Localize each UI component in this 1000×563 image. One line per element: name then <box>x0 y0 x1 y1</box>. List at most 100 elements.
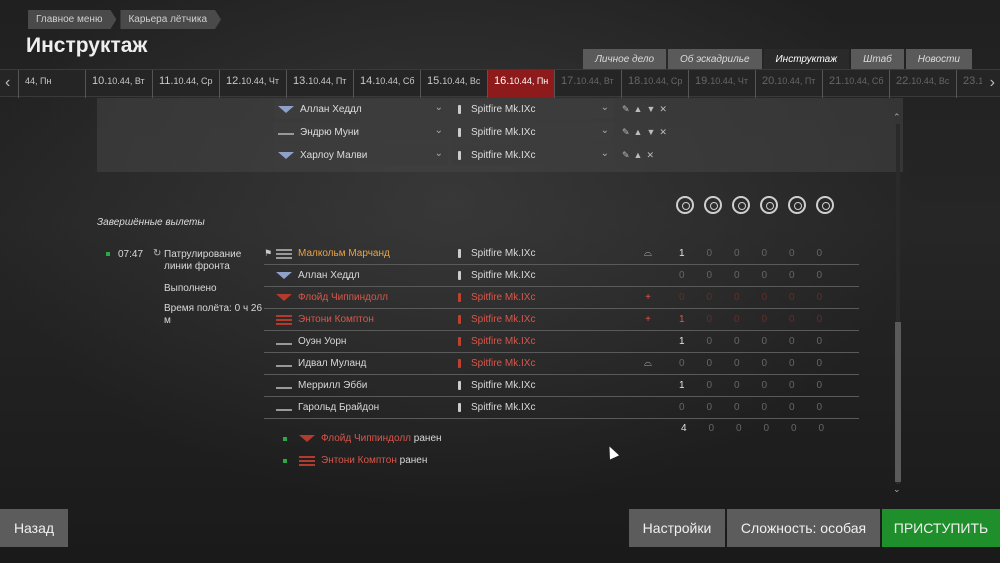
rank-icon <box>276 383 292 389</box>
row-controls[interactable]: ✎▲✕ <box>622 150 658 161</box>
plane-icon <box>458 337 461 346</box>
stat-value: 0 <box>733 248 740 259</box>
plane-cell: Spitfire Mk.IXc <box>458 292 628 303</box>
wounded-pilot-name[interactable]: Флойд Чиппиндолл <box>321 433 411 444</box>
date-cell[interactable]: 10.10.44, Вт <box>85 70 152 98</box>
date-day: 19. <box>695 75 711 87</box>
date-cell[interactable]: 12.10.44, Чт <box>219 70 286 98</box>
scrollbar[interactable]: ⌃ ⌄ <box>893 112 902 495</box>
date-cell[interactable]: 16.10.44, Пн <box>487 70 554 98</box>
date-cell[interactable]: 19.10.44, Чт <box>688 70 755 98</box>
breadcrumb-main-menu[interactable]: Главное меню <box>28 10 116 29</box>
row-controls[interactable]: ✎▲▼✕ <box>622 127 671 138</box>
table-row[interactable]: Флойд Чиппиндолл Spitfire Mk.IXc +0 0 0 0 0 0 <box>264 287 859 309</box>
date-cell[interactable]: 15.10.44, Вс <box>420 70 487 98</box>
mission-flight-time: Время полёта: 0 ч 26 м <box>164 303 263 326</box>
chevron-down-icon[interactable]: ⌄ <box>893 484 901 495</box>
pilot-cell: Оуэн Уорн <box>276 336 436 347</box>
plane-icon <box>458 104 461 114</box>
stat-value: 0 <box>761 336 768 347</box>
plane-name: Spitfire Mk.IXc <box>471 103 536 115</box>
stat-value: 0 <box>816 248 823 259</box>
plane-cell: Spitfire Mk.IXc <box>458 270 628 281</box>
tab-hq[interactable]: Штаб <box>851 49 904 69</box>
table-row[interactable]: ⚑ Малкольм Марчанд Spitfire Mk.IXc ⌓ 1 0 0 0 0 0 <box>264 243 859 265</box>
date-rest: 10.44, Пт <box>777 76 816 86</box>
total-value: 0 <box>818 423 825 434</box>
stat-icons <box>676 196 834 214</box>
tab-briefing[interactable]: Инструктаж <box>763 49 850 69</box>
stat-value: 1 <box>678 314 685 325</box>
stat-value: 0 <box>733 314 740 325</box>
patrol-icon: ↻ <box>153 248 162 259</box>
table-row[interactable]: Гарольд Брайдон Spitfire Mk.IXc 0 0 0 0 0 0 <box>264 397 859 419</box>
pilot-name: Идвал Муланд <box>298 358 367 369</box>
plane-icon <box>458 359 461 368</box>
chevron-left-icon[interactable]: ‹ <box>5 74 10 92</box>
plane-select[interactable]: Spitfire Mk.IXc ⌄ <box>452 99 614 119</box>
pilot-select[interactable]: Харлоу Малви ⌄ <box>274 145 448 165</box>
date-rest: 10.44, Ср <box>173 76 213 86</box>
scroll-thumb[interactable] <box>895 322 901 482</box>
date-day: 17. <box>561 75 577 87</box>
date-cell[interactable]: 44, Пн <box>18 70 85 98</box>
plane-icon <box>458 150 461 160</box>
plane-name: Spitfire Mk.IXc <box>471 402 536 413</box>
start-button[interactable]: ПРИСТУПИТЬ <box>882 509 1000 547</box>
status-dot <box>283 436 287 441</box>
wounded-label: ранен <box>413 433 442 444</box>
rank-icon <box>276 314 292 325</box>
stat-value: 0 <box>816 336 823 347</box>
rank-icon <box>276 294 292 301</box>
date-cell[interactable]: 14.10.44, Сб <box>353 70 420 98</box>
plane-cell: Spitfire Mk.IXc <box>458 358 628 369</box>
chevron-up-icon[interactable]: ⌃ <box>893 112 901 123</box>
pilot-select[interactable]: Аллан Хеддл ⌄ <box>274 99 448 119</box>
tab-squadron[interactable]: Об эскадрилье <box>668 49 762 69</box>
breadcrumb-career[interactable]: Карьера лётчика <box>120 10 221 29</box>
stat-value: 0 <box>761 402 768 413</box>
wounded-pilot-name[interactable]: Энтони Комптон <box>321 455 397 466</box>
date-cell[interactable]: 17.10.44, Вт <box>554 70 621 98</box>
table-row[interactable]: Меррилл Эбби Spitfire Mk.IXc 1 0 0 0 0 0 <box>264 375 859 397</box>
date-cell[interactable]: 11.10.44, Ср <box>152 70 219 98</box>
settings-button[interactable]: Настройки <box>629 509 725 547</box>
date-list: 44, Пн 10.10.44, Вт 11.10.44, Ср 12.10.44, … <box>18 70 982 98</box>
rank-icon <box>278 105 294 113</box>
date-cell[interactable]: 21.10.44, Сб <box>822 70 889 98</box>
chevron-right-icon[interactable]: › <box>990 74 995 92</box>
difficulty-button[interactable]: Сложность: особая <box>727 509 880 547</box>
table-row[interactable]: Оуэн Уорн Spitfire Mk.IXc 1 0 0 0 0 0 <box>264 331 859 353</box>
back-button[interactable]: Назад <box>0 509 68 547</box>
date-cell[interactable]: 23.10.44, Пн <box>956 70 982 98</box>
pilot-name: Флойд Чиппиндолл <box>298 292 389 303</box>
rank-icon <box>299 435 315 442</box>
wounded-icon: + <box>645 292 651 303</box>
date-day: 10. <box>92 75 108 87</box>
breadcrumb: Главное меню Карьера лётчика <box>28 10 221 29</box>
plane-name: Spitfire Mk.IXc <box>471 248 536 259</box>
plane-select[interactable]: Spitfire Mk.IXc ⌄ <box>452 145 614 165</box>
date-rest: 10.44, Вс <box>442 76 481 86</box>
wounded-item: Энтони Комптон ранен <box>283 455 427 466</box>
row-controls[interactable]: ✎▲▼✕ <box>622 104 671 115</box>
table-row[interactable]: Идвал Муланд Spitfire Mk.IXc ⌓ 0 0 0 0 0 0 <box>264 353 859 375</box>
pilot-select[interactable]: Эндрю Муни ⌄ <box>274 122 448 142</box>
rank-icon <box>276 272 292 279</box>
tab-personal-file[interactable]: Личное дело <box>583 49 667 69</box>
stat-value: 0 <box>733 358 740 369</box>
total-value: 0 <box>790 423 797 434</box>
date-cell[interactable]: 18.10.44, Ср <box>621 70 688 98</box>
plane-name: Spitfire Mk.IXc <box>471 336 536 347</box>
date-day: 18. <box>628 75 644 87</box>
date-rest: 10.44, Вт <box>576 76 614 86</box>
date-cell[interactable]: 20.10.44, Пт <box>755 70 822 98</box>
plane-icon <box>458 403 461 412</box>
table-row[interactable]: Энтони Комптон Spitfire Mk.IXc +1 0 0 0 0 0 <box>264 309 859 331</box>
tab-news[interactable]: Новости <box>905 49 972 69</box>
date-cell[interactable]: 13.10.44, Пт <box>286 70 353 98</box>
date-cell[interactable]: 22.10.44, Вс <box>889 70 956 98</box>
stat-value: 0 <box>788 358 795 369</box>
plane-select[interactable]: Spitfire Mk.IXc ⌄ <box>452 122 614 142</box>
table-row[interactable]: Аллан Хеддл Spitfire Mk.IXc 0 0 0 0 0 0 <box>264 265 859 287</box>
